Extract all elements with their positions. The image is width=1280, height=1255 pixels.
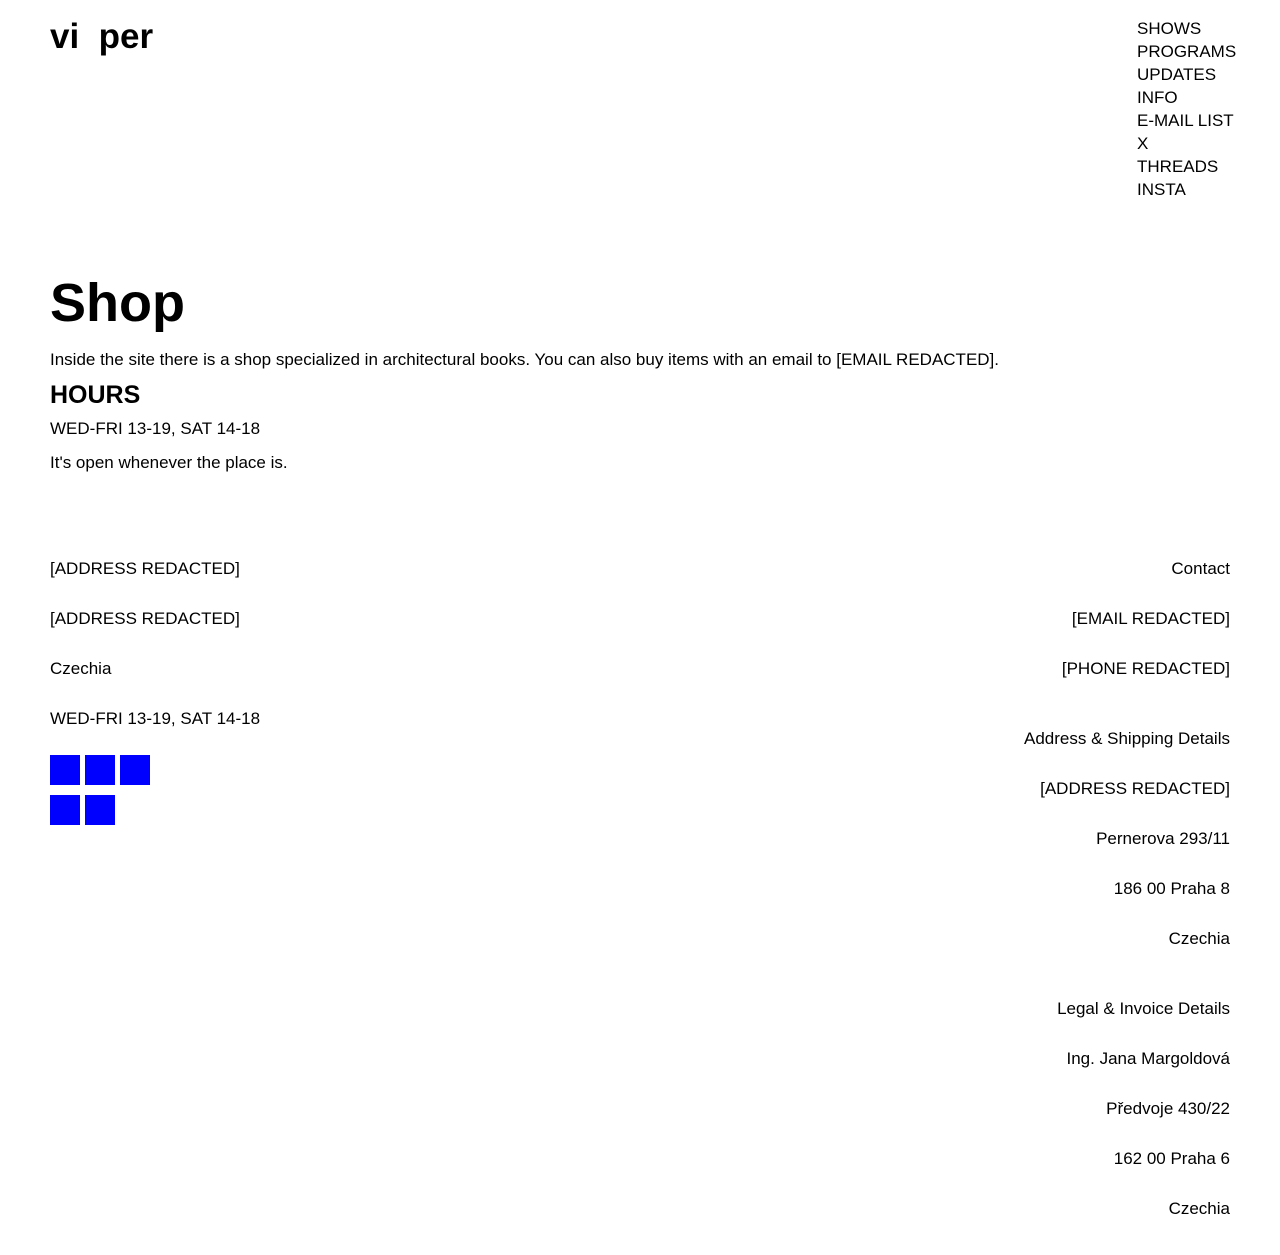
footer-hours: WED-FRI 13-19, SAT 14-18 [50, 709, 261, 728]
main-content: Shop Inside the site there is a shop spe… [50, 270, 1230, 473]
social-link-icon[interactable] [50, 755, 80, 785]
shipping-line-4: Czechia [1168, 929, 1230, 948]
page-title: Shop [50, 273, 185, 333]
shipping-line-2: Pernerova 293/11 [1096, 829, 1230, 848]
shipping-heading: Address & Shipping Details [1023, 729, 1230, 748]
footer-address: [ADDRESS REDACTED] [ADDRESS REDACTED] Cz… [50, 559, 550, 825]
footer-address-line-2: [ADDRESS REDACTED] [50, 609, 240, 628]
footer-address-line-1: [ADDRESS REDACTED] [50, 559, 240, 578]
social-link-icon[interactable] [85, 755, 115, 785]
footer-country: Czechia [50, 659, 112, 678]
nav-item-updates[interactable]: UPDATES [1137, 63, 1236, 86]
nav-item-email-list[interactable]: E-MAIL LIST [1137, 109, 1236, 132]
site-logo[interactable]: vi per [50, 17, 153, 57]
legal-line-1: Ing. Jana Margoldová [1066, 1049, 1231, 1068]
legal-line-4: Czechia [1168, 1199, 1230, 1218]
legal-line-3: 162 00 Praha 6 [1113, 1149, 1230, 1168]
contact-phone[interactable]: [PHONE REDACTED] [730, 659, 1230, 709]
footer-details: Contact [EMAIL REDACTED] [PHONE REDACTED… [730, 559, 1230, 1249]
shipping-line-1: [ADDRESS REDACTED] [1040, 779, 1230, 798]
nav-item-info[interactable]: INFO [1137, 86, 1236, 109]
legal-line-2: Předvoje 430/22 [1106, 1099, 1230, 1118]
nav-item-x[interactable]: X [1137, 132, 1236, 155]
social-link-icon[interactable] [120, 755, 150, 785]
nav-item-threads[interactable]: THREADS [1137, 155, 1236, 178]
nav-item-shows[interactable]: SHOWS [1137, 17, 1236, 40]
main-nav: SHOWS PROGRAMS UPDATES INFO E-MAIL LIST … [1137, 17, 1236, 201]
social-links [50, 755, 160, 825]
hours-text: WED-FRI 13-19, SAT 14-18 [50, 419, 261, 438]
intro-text: Inside the site there is a shop speciali… [50, 350, 1000, 369]
nav-item-programs[interactable]: PROGRAMS [1137, 40, 1236, 63]
nav-item-insta[interactable]: INSTA [1137, 178, 1236, 201]
open-note: It's open whenever the place is. [50, 453, 288, 472]
contact-heading: Contact [1171, 559, 1230, 578]
legal-heading: Legal & Invoice Details [1057, 999, 1230, 1018]
social-link-icon[interactable] [50, 795, 80, 825]
shipping-line-3: 186 00 Praha 8 [1113, 879, 1230, 898]
contact-email[interactable]: [EMAIL REDACTED] [730, 609, 1230, 659]
hours-heading: HOURS [50, 381, 141, 409]
social-link-icon[interactable] [85, 795, 115, 825]
